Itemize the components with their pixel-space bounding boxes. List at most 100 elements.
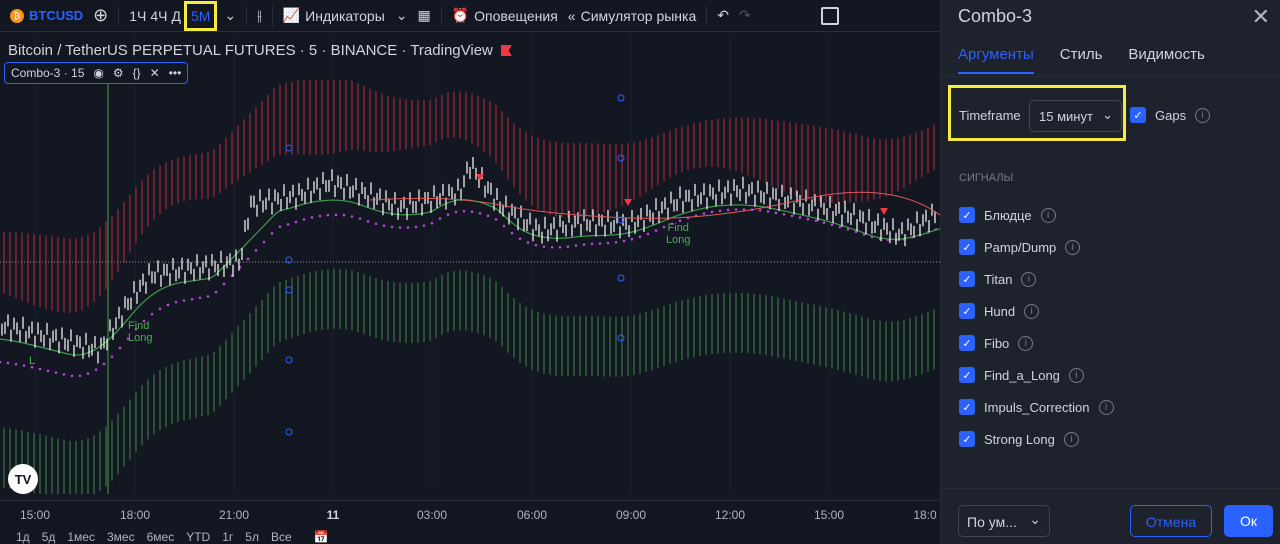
- ok-button[interactable]: Ок: [1224, 505, 1273, 537]
- checkbox-checked[interactable]: ✓: [959, 207, 975, 223]
- range-1m[interactable]: 1мес: [67, 530, 95, 544]
- level-marker: [285, 286, 293, 294]
- signal-checkbox-row[interactable]: ✓ Блюдце i: [959, 207, 1056, 223]
- range-all[interactable]: Все: [271, 530, 292, 544]
- checkbox-checked[interactable]: ✓: [959, 431, 975, 447]
- interval-4h[interactable]: 4Ч: [150, 8, 167, 24]
- layouts-icon[interactable]: ▦: [418, 7, 431, 24]
- checkbox-checked[interactable]: ✓: [959, 239, 975, 255]
- trend-dot: [334, 213, 338, 217]
- range-ytd[interactable]: YTD: [186, 530, 210, 544]
- info-icon[interactable]: i: [1068, 367, 1084, 383]
- interval-1h[interactable]: 1Ч: [129, 8, 146, 24]
- symbol-button[interactable]: ₿ BTCUSD: [10, 8, 83, 23]
- signal-checkbox-row[interactable]: ✓ Fibo i: [959, 335, 1034, 351]
- signal-checkbox-row[interactable]: ✓ Find_a_Long i: [959, 367, 1084, 383]
- trend-dot: [374, 222, 378, 226]
- add-symbol-icon[interactable]: ⊕: [93, 5, 108, 26]
- trend-dot: [118, 346, 122, 350]
- level-marker: [285, 428, 293, 436]
- checkbox-checked[interactable]: ✓: [959, 367, 975, 383]
- trend-dot: [614, 240, 618, 244]
- close-icon[interactable]: ✕: [1252, 4, 1270, 30]
- rewind-icon: «: [567, 7, 576, 24]
- checkbox-checked[interactable]: ✓: [959, 335, 975, 351]
- info-icon[interactable]: i: [1024, 303, 1040, 319]
- divider: [118, 5, 120, 26]
- info-icon[interactable]: i: [1040, 207, 1056, 223]
- level-marker: [285, 256, 293, 264]
- trend-dot: [62, 373, 66, 376]
- divider: [706, 5, 708, 26]
- trend-dot: [262, 240, 266, 244]
- info-icon[interactable]: i: [1098, 399, 1114, 415]
- checkbox-checked[interactable]: ✓: [959, 399, 975, 415]
- fullscreen-icon[interactable]: [820, 6, 839, 25]
- trend-dot: [94, 368, 98, 371]
- signal-checkbox-row[interactable]: ✓ Titan i: [959, 271, 1037, 287]
- range-3m[interactable]: 3мес: [107, 530, 135, 544]
- range-1d[interactable]: 1д: [16, 530, 30, 544]
- tab-style[interactable]: Стиль: [1060, 46, 1103, 74]
- range-5y[interactable]: 5л: [245, 530, 259, 544]
- redo-icon[interactable]: ↷: [739, 7, 751, 24]
- find-long-label: Find Long: [666, 222, 691, 246]
- signal-checkbox-row[interactable]: ✓ Impuls_Correction i: [959, 399, 1114, 415]
- price-chart[interactable]: [0, 34, 940, 494]
- gear-icon[interactable]: ⚙: [113, 66, 124, 80]
- info-icon[interactable]: i: [1195, 107, 1211, 123]
- calendar-icon[interactable]: 📅: [314, 530, 329, 544]
- interval-d[interactable]: Д: [172, 8, 181, 24]
- trend-dot: [14, 362, 18, 366]
- trend-dot: [54, 371, 58, 374]
- indicators-button[interactable]: 📈 Индикаторы ⌄: [283, 7, 408, 24]
- undo-icon[interactable]: ↶: [717, 7, 729, 24]
- checkbox-checked[interactable]: ✓: [959, 303, 975, 319]
- interval-5m[interactable]: 5M: [183, 0, 218, 31]
- level-marker: [285, 144, 293, 152]
- source-code-icon[interactable]: {}: [133, 66, 141, 80]
- sell-signal-icon: [476, 174, 484, 181]
- info-icon[interactable]: i: [1065, 239, 1081, 255]
- candles-icon[interactable]: ⫲: [257, 7, 262, 24]
- range-5d[interactable]: 5д: [42, 530, 56, 544]
- replay-button[interactable]: «Симулятор рынка: [568, 8, 696, 24]
- trend-dot: [734, 208, 738, 211]
- close-icon[interactable]: ✕: [150, 66, 160, 80]
- cancel-button[interactable]: Отмена: [1130, 505, 1212, 537]
- gaps-checkbox-row[interactable]: ✓ Gaps i: [1130, 107, 1211, 123]
- signal-checkbox-row[interactable]: ✓ Hund i: [959, 303, 1040, 319]
- time-axis[interactable]: 15:00 18:00 21:00 11 03:00 06:00 09:00 12:00 15:…: [0, 500, 940, 526]
- trend-dot: [190, 297, 194, 301]
- bitcoin-icon: ₿: [10, 8, 24, 23]
- divider: [941, 76, 1280, 77]
- range-6m[interactable]: 6мес: [147, 530, 175, 544]
- chevron-down-icon[interactable]: ⌄: [224, 7, 236, 24]
- flag-icon[interactable]: [500, 45, 512, 56]
- more-icon[interactable]: •••: [169, 66, 182, 80]
- signal-checkbox-row[interactable]: ✓ Pamp/Dump i: [959, 239, 1081, 255]
- trend-dot: [86, 372, 90, 375]
- trend-dot: [350, 215, 354, 218]
- info-icon[interactable]: i: [1063, 431, 1079, 447]
- checkbox-checked[interactable]: ✓: [959, 271, 975, 287]
- timeframe-select[interactable]: 15 минут ⌄: [1029, 100, 1122, 132]
- top-toolbar: ₿ BTCUSD ⊕ 1Ч 4Ч Д 5M ⌄ ⫲ 📈 Индикаторы ⌄ ▦ …: [0, 0, 940, 32]
- tradingview-logo[interactable]: TV: [8, 464, 38, 494]
- range-1y[interactable]: 1г: [222, 530, 233, 544]
- alerts-button[interactable]: ⏰ Оповещения: [452, 7, 558, 24]
- trend-dot: [6, 361, 10, 365]
- range-bar: 1д 5д 1мес 3мес 6мес YTD 1г 5л Все 📅: [0, 530, 940, 544]
- info-icon[interactable]: i: [1021, 271, 1037, 287]
- checkbox-checked[interactable]: ✓: [1130, 107, 1146, 123]
- trend-dot: [510, 231, 514, 235]
- eye-icon[interactable]: ◉: [93, 66, 103, 80]
- signal-checkbox-row[interactable]: ✓ Strong Long i: [959, 431, 1079, 447]
- tab-visibility[interactable]: Видимость: [1128, 46, 1204, 74]
- indicator-legend[interactable]: Combo-3 · 15 ◉ ⚙ {} ✕ •••: [4, 62, 189, 84]
- defaults-dropdown[interactable]: По ум... ⌄: [958, 505, 1050, 537]
- info-icon[interactable]: i: [1018, 335, 1034, 351]
- trend-dot: [542, 245, 546, 248]
- tab-arguments[interactable]: Аргументы: [958, 46, 1034, 74]
- trend-dot: [654, 229, 658, 232]
